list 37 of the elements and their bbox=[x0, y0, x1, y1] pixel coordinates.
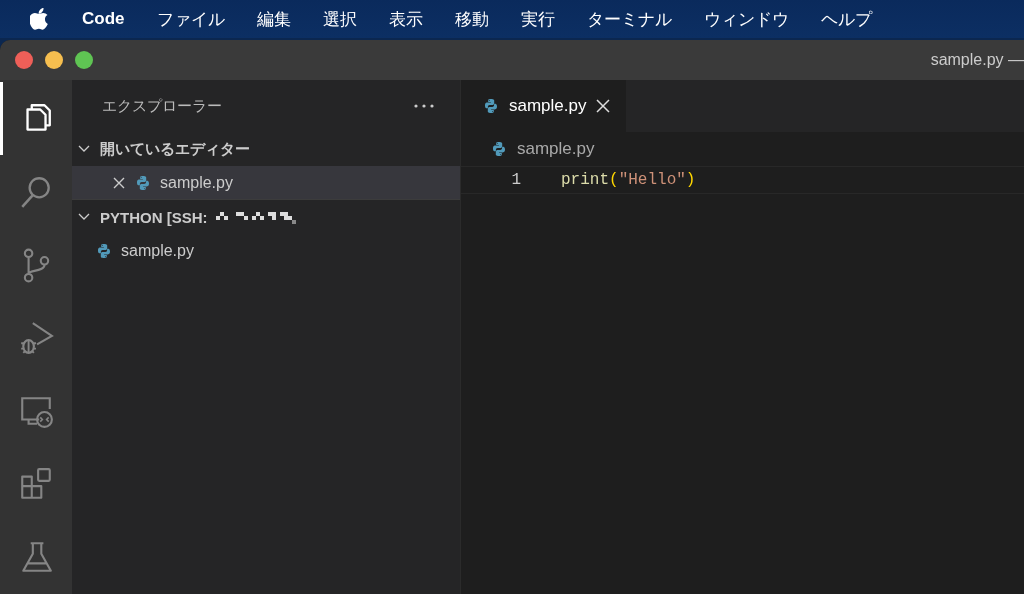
file-item[interactable]: sample.py bbox=[72, 166, 460, 199]
window-title: sample.py — bbox=[930, 51, 1024, 69]
menu-item[interactable]: 選択 bbox=[322, 7, 357, 31]
python-icon bbox=[96, 242, 112, 259]
close-icon[interactable] bbox=[596, 99, 611, 113]
file-name: sample.py bbox=[160, 173, 233, 192]
more-actions-icon[interactable] bbox=[414, 104, 434, 108]
section-title: 開いているエディター bbox=[100, 139, 250, 159]
minimize-window-button[interactable] bbox=[44, 50, 64, 70]
close-icon[interactable] bbox=[112, 175, 126, 190]
apple-logo-icon[interactable] bbox=[30, 8, 50, 30]
play-bug-icon[interactable] bbox=[18, 319, 54, 356]
menu-item[interactable]: 移動 bbox=[454, 7, 489, 31]
line-number: 1 bbox=[510, 171, 522, 189]
python-icon bbox=[483, 98, 499, 114]
extensions-icon[interactable] bbox=[18, 465, 54, 502]
breadcrumb-item[interactable]: sample.py bbox=[517, 139, 595, 159]
python-icon bbox=[135, 174, 151, 191]
menu-item[interactable]: 表示 bbox=[388, 7, 423, 31]
menu-item[interactable]: ターミナル bbox=[586, 7, 672, 31]
code-line: print("Hello") bbox=[561, 171, 696, 189]
section-header[interactable]: 開いているエディター bbox=[72, 132, 460, 166]
menu-item[interactable]: 編集 bbox=[256, 7, 291, 31]
menu-item[interactable]: ウィンドウ bbox=[703, 7, 789, 31]
maximize-window-button[interactable] bbox=[74, 50, 94, 70]
sidebar-title: エクスプローラー bbox=[102, 96, 222, 116]
close-window-button[interactable] bbox=[14, 50, 34, 70]
menu-item[interactable]: ヘルプ bbox=[820, 7, 872, 31]
editor-tab[interactable]: sample.py bbox=[461, 80, 627, 132]
file-name: sample.py bbox=[121, 241, 194, 260]
menu-item[interactable]: 実行 bbox=[520, 7, 555, 31]
section-header[interactable]: PYTHON [SSH: bbox=[72, 199, 460, 234]
section-title: PYTHON [SSH: bbox=[100, 208, 208, 226]
menu-item[interactable]: ファイル bbox=[156, 7, 225, 31]
app-menu[interactable]: Code bbox=[82, 9, 125, 29]
file-item[interactable]: sample.py bbox=[72, 234, 460, 267]
python-icon bbox=[491, 141, 507, 157]
